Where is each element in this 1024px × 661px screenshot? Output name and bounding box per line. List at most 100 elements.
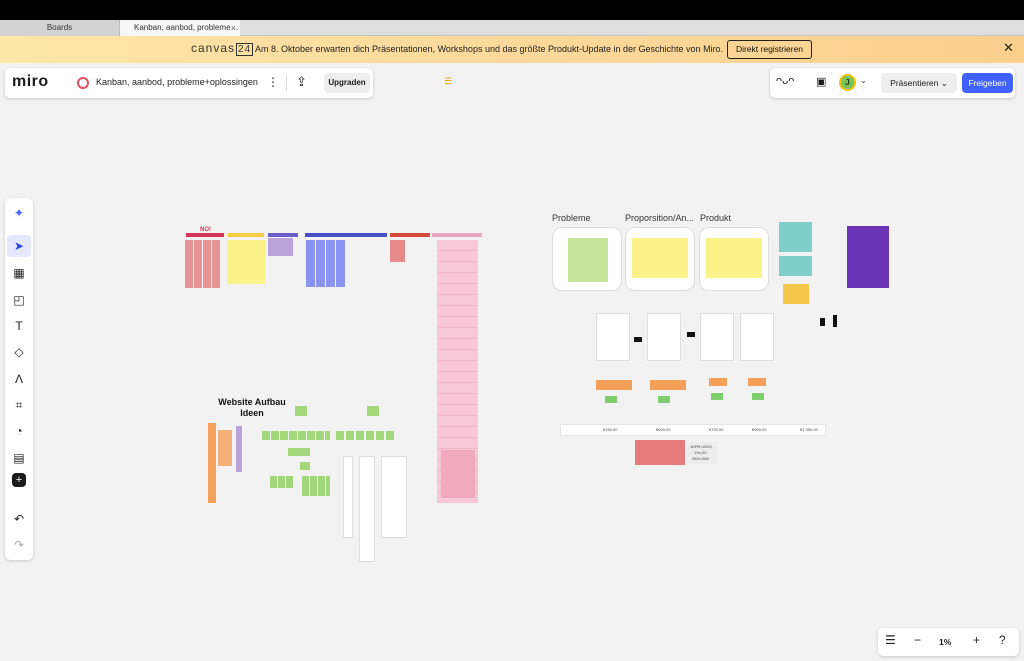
board-canvas[interactable]: NO! Website Aufbau Ideen Probleme Propor… — [0, 0, 1024, 661]
sticky-column-pink — [437, 240, 478, 503]
orange-note — [748, 378, 766, 386]
wireframe-mobile — [359, 456, 375, 562]
no-label: NO! — [200, 227, 211, 233]
board-header: miro Kanban, aanbod, probleme+oplossinge… — [5, 68, 373, 98]
add-icon[interactable]: + — [12, 473, 26, 487]
sticky-green-mid — [288, 448, 310, 456]
export-icon[interactable]: ⇪ — [296, 74, 307, 90]
tab-current-board[interactable]: Kanban, aanbod, probleme… × — [120, 20, 240, 36]
ai-assist-icon[interactable]: ✦ — [7, 202, 31, 224]
select-icon[interactable]: ➤ — [7, 235, 31, 257]
text-icon[interactable]: T — [7, 315, 31, 337]
kanban-column-bar — [390, 233, 430, 237]
tab-label: Kanban, aanbod, probleme… — [134, 23, 239, 32]
templates-icon[interactable]: ▦ — [7, 262, 31, 284]
board-list-icon[interactable]: ☰ — [885, 633, 896, 647]
tab-boards[interactable]: Boards — [0, 20, 120, 36]
undo-icon[interactable]: ↶ — [7, 508, 31, 530]
red-formula-note — [635, 440, 685, 465]
shapes-icon[interactable]: ◇ — [7, 341, 31, 363]
sticky-purple-side — [236, 426, 242, 472]
redo-icon[interactable]: ↷ — [7, 534, 31, 556]
zoom-controls: ☰ − 1% + ? — [878, 628, 1019, 656]
green-note — [711, 393, 723, 400]
help-icon[interactable]: ? — [999, 633, 1006, 647]
sticky-green-mid — [300, 462, 310, 470]
teal-block — [779, 256, 812, 276]
color-icon[interactable]: ◔ — [7, 420, 31, 442]
sticky-cluster-purple — [268, 238, 293, 256]
board-title[interactable]: Kanban, aanbod, probleme+oplossingen — [96, 77, 258, 87]
yellow-block — [783, 284, 809, 304]
orange-note — [709, 378, 727, 386]
banner-message: Am 8. Oktober erwarten dich Präsentation… — [255, 44, 724, 54]
green-note — [752, 393, 764, 400]
kanban-column-bar — [305, 233, 387, 237]
comment-icon[interactable]: ▤ — [7, 447, 31, 469]
close-banner-icon[interactable]: ✕ — [1003, 40, 1014, 56]
kanban-column-bar — [268, 233, 298, 237]
avatar[interactable]: J — [839, 74, 856, 91]
sticky-green-bottom — [270, 476, 294, 488]
zoom-out-icon[interactable]: − — [914, 633, 921, 647]
teal-block — [779, 222, 812, 252]
wireframe-mobile — [381, 456, 407, 538]
menu-icon[interactable]: ☰ — [444, 76, 452, 87]
canvas-logo: canvas 24 — [191, 41, 254, 56]
upgrade-button[interactable]: Upgraden — [324, 73, 370, 93]
zoom-in-icon[interactable]: + — [973, 633, 980, 647]
canvas-logo-year: 24 — [236, 43, 254, 56]
black-block — [820, 318, 825, 326]
comments-icon[interactable]: ▣ — [816, 75, 826, 88]
kanban-column-bar — [186, 233, 224, 237]
zoom-level[interactable]: 1% — [939, 637, 951, 647]
green-note — [658, 396, 670, 403]
system-top-bar — [0, 0, 1024, 20]
register-button[interactable]: Direkt registrieren — [727, 40, 812, 59]
browser-tab-strip: Boards Kanban, aanbod, probleme… × — [0, 20, 1024, 36]
sticky-cluster-red — [185, 240, 221, 288]
canvas-logo-text: canvas — [191, 41, 236, 55]
formula-line: 1%=20 — [694, 450, 707, 455]
frame-produkt — [699, 227, 769, 291]
left-toolbar: ✦ ➤ ▦ ◰ T ◇ Λ ⌗ ◔ ▤ + ↶ ↷ — [5, 198, 33, 560]
share-button[interactable]: Freigeben — [962, 73, 1013, 93]
promo-banner: canvas 24 Am 8. Oktober erwarten dich Prä… — [0, 36, 1024, 63]
sticky-cluster-yellow — [227, 240, 265, 284]
formula-box: 1KPR=2000 1%=20 25%=500 — [687, 442, 717, 464]
flow-screen — [647, 313, 681, 361]
purple-block — [847, 226, 889, 288]
sticky-column-orange — [208, 423, 216, 503]
sticky-green-top — [295, 406, 307, 416]
pen-icon[interactable]: Λ — [7, 368, 31, 390]
sticky-row-green — [336, 431, 396, 440]
more-options-icon[interactable]: ⋮ — [267, 75, 279, 89]
price-value: €750,00 — [709, 427, 724, 432]
miro-logo[interactable]: miro — [12, 73, 49, 91]
price-value: €150,00 — [603, 427, 618, 432]
flow-screen — [740, 313, 774, 361]
wireframe-mobile — [343, 456, 353, 538]
sticky-orange-side — [218, 430, 232, 466]
chevron-down-icon[interactable]: ⌄ — [860, 76, 867, 85]
sticky-note-icon[interactable]: ◰ — [7, 289, 31, 311]
board-icon — [77, 77, 89, 89]
section-produkt: Produkt — [700, 213, 732, 223]
flow-screen — [700, 313, 734, 361]
black-block — [833, 315, 837, 327]
reactions-icon[interactable]: ᴖᴗᴖ — [776, 75, 794, 87]
price-row — [560, 424, 826, 436]
sticky-cluster-green — [568, 238, 608, 282]
close-tab-icon[interactable]: × — [231, 20, 236, 36]
present-button[interactable]: Präsentieren ⌄ — [881, 73, 957, 93]
divider — [286, 75, 287, 91]
sticky-row-green — [262, 431, 330, 440]
kanban-column-bar — [228, 233, 264, 237]
formula-line: 25%=500 — [692, 456, 710, 461]
black-block — [687, 332, 695, 337]
sticky-cluster-red-small — [390, 240, 405, 262]
sticky-green-top — [367, 406, 379, 416]
sticky-cluster-yellow — [706, 238, 762, 278]
section-proporsition: Proporsition/An... — [625, 213, 695, 223]
frame-icon[interactable]: ⌗ — [7, 394, 31, 416]
